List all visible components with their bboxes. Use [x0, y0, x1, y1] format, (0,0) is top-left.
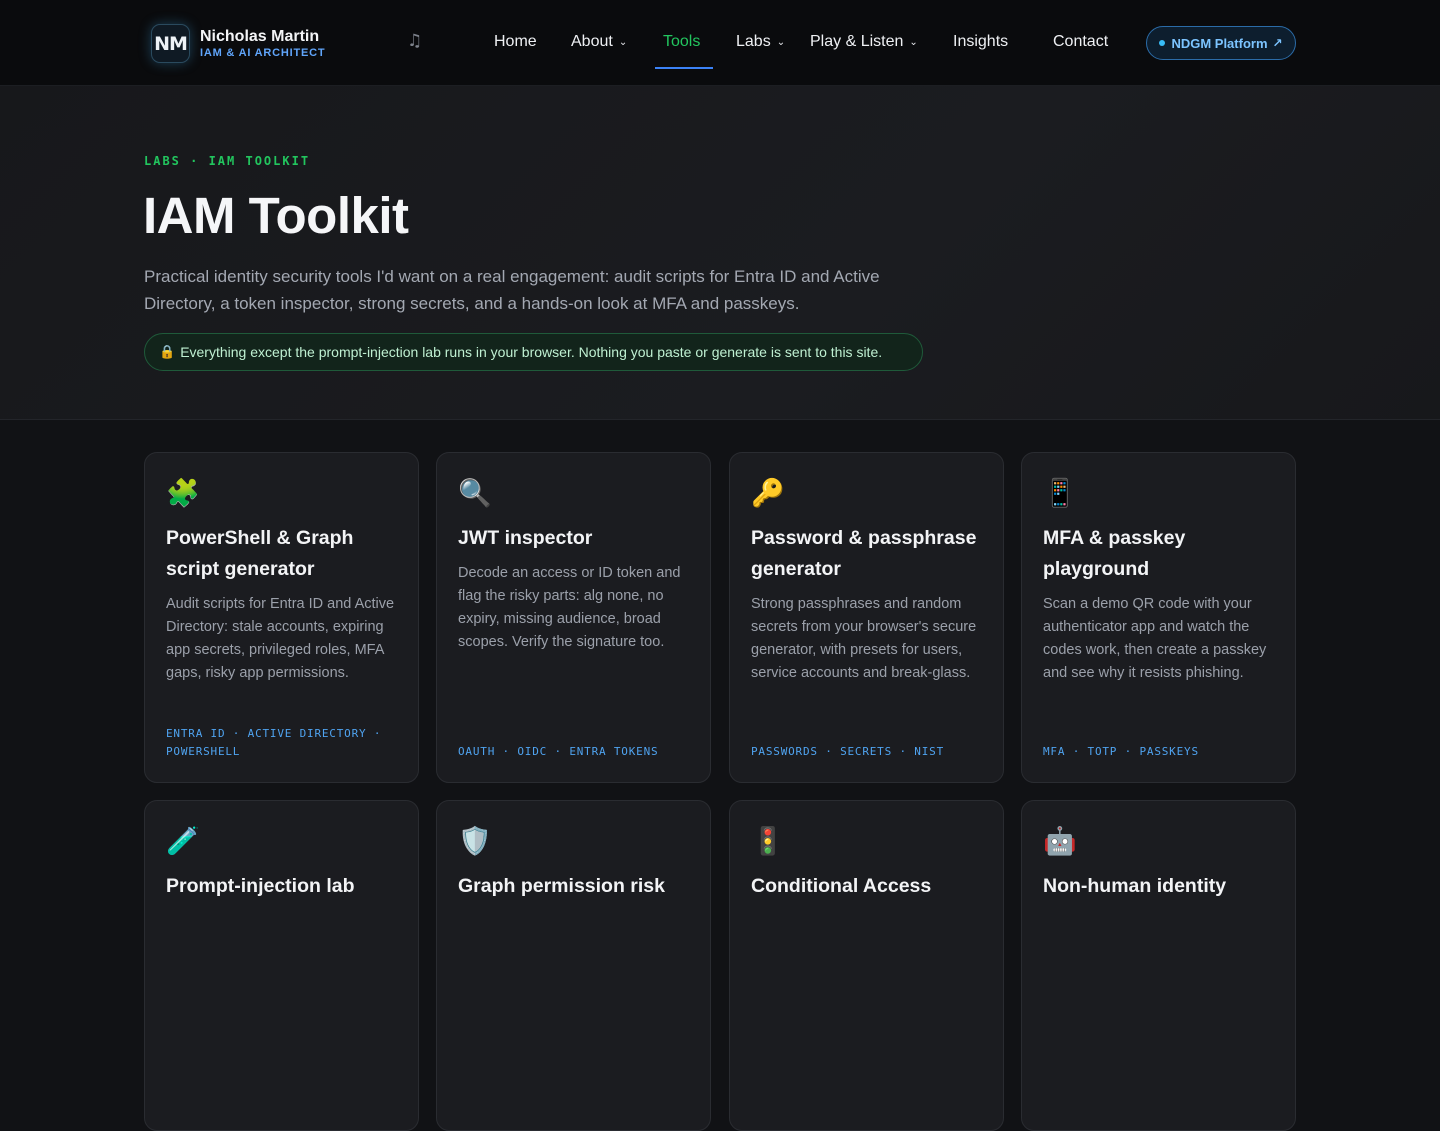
status-dot-icon	[1159, 40, 1166, 46]
nav-item-label: Tools	[663, 33, 701, 50]
card-title: Graph permission risk	[458, 875, 665, 897]
card-tags: PASSWORDS · SECRETS · NIST	[751, 745, 944, 758]
tool-card-non-human-identity[interactable]: 🤖 Non-human identity	[1021, 800, 1296, 1131]
privacy-notice-text: Everything except the prompt-injection l…	[180, 344, 883, 360]
hero-eyebrow: LABS · IAM TOOLKIT	[144, 154, 311, 168]
magnifier-icon: 🔍	[458, 478, 492, 509]
nav-item-tools[interactable]: Tools	[663, 32, 700, 52]
nav-item-play-listen[interactable]: Play & Listen ⌄	[810, 32, 918, 52]
traffic-light-icon: 🚦	[751, 826, 785, 857]
card-title: Prompt-injection lab	[166, 875, 355, 897]
card-title: Password & passphrase generator	[751, 527, 977, 580]
card-description: Decode an access or ID token and flag th…	[458, 565, 681, 650]
card-title: MFA & passkey playground	[1043, 527, 1186, 580]
card-tags: MFA · TOTP · PASSKEYS	[1043, 745, 1199, 758]
nav-item-labs[interactable]: Labs ⌄	[736, 32, 785, 52]
nav-item-label: Home	[494, 33, 537, 50]
tool-card-powershell-graph[interactable]: 🧩 PowerShell & Graph script generator Au…	[144, 452, 419, 783]
nav-item-home[interactable]: Home	[494, 32, 537, 52]
nav-item-label: Labs	[736, 33, 771, 50]
tool-card-graph-permission[interactable]: 🛡️ Graph permission risk	[436, 800, 711, 1131]
nav-item-label: Contact	[1053, 33, 1109, 50]
card-description: Strong passphrases and random secrets fr…	[751, 596, 977, 681]
test-tube-icon: 🧪	[166, 826, 200, 857]
nav-item-contact[interactable]: Contact	[1053, 32, 1108, 52]
card-tags: OAUTH · OIDC · ENTRA TOKENS	[458, 745, 659, 758]
nav-item-insights[interactable]: Insights	[953, 32, 1008, 52]
card-description: Audit scripts for Entra ID and Active Di…	[166, 596, 395, 681]
nav-item-label: About	[571, 33, 613, 50]
tool-card-prompt-injection[interactable]: 🧪 Prompt-injection lab	[144, 800, 419, 1131]
puzzle-icon: 🧩	[166, 478, 200, 509]
shield-icon: 🛡️	[458, 826, 492, 857]
nav-item-label: Insights	[953, 33, 1009, 50]
privacy-notice: 🔒 Everything except the prompt-injection…	[144, 333, 923, 371]
platform-button-label: NDGM Platform	[1171, 35, 1268, 51]
top-navbar: NM Nicholas Martin IAM & AI ARCHITECT ♫ …	[0, 0, 1440, 86]
card-title: JWT inspector	[458, 527, 593, 549]
tool-card-password-generator[interactable]: 🔑 Password & passphrase generator Strong…	[729, 452, 1004, 783]
card-description: Scan a demo QR code with your authentica…	[1043, 596, 1267, 681]
tool-card-conditional-access[interactable]: 🚦 Conditional Access	[729, 800, 1004, 1131]
lock-icon: 🔒	[159, 344, 176, 360]
active-tab-indicator	[655, 67, 713, 69]
card-title: PowerShell & Graph script generator	[166, 527, 354, 580]
ndgm-platform-button[interactable]: NDGM Platform ↗	[1146, 26, 1296, 60]
chevron-down-icon: ⌄	[776, 36, 786, 48]
nav-item-about[interactable]: About ⌄	[571, 32, 627, 52]
hero-description: Practical identity security tools I'd wa…	[144, 267, 880, 313]
nav-item-label: Play & Listen	[810, 33, 904, 50]
card-title: Conditional Access	[751, 875, 932, 897]
page-title: IAM Toolkit	[143, 187, 409, 244]
robot-icon: 🤖	[1043, 826, 1077, 857]
tool-card-jwt-inspector[interactable]: 🔍 JWT inspector Decode an access or ID t…	[436, 452, 711, 783]
external-link-icon: ↗	[1272, 36, 1283, 50]
chevron-down-icon: ⌄	[909, 36, 918, 48]
chevron-down-icon: ⌄	[618, 36, 628, 48]
phone-icon: 📱	[1043, 478, 1077, 509]
card-tags: ENTRA ID · ACTIVE DIRECTORY · POWERSHELL	[166, 727, 382, 758]
card-title: Non-human identity	[1043, 875, 1227, 897]
key-icon: 🔑	[751, 478, 785, 509]
tool-card-mfa-passkey[interactable]: 📱 MFA & passkey playground Scan a demo Q…	[1021, 452, 1296, 783]
